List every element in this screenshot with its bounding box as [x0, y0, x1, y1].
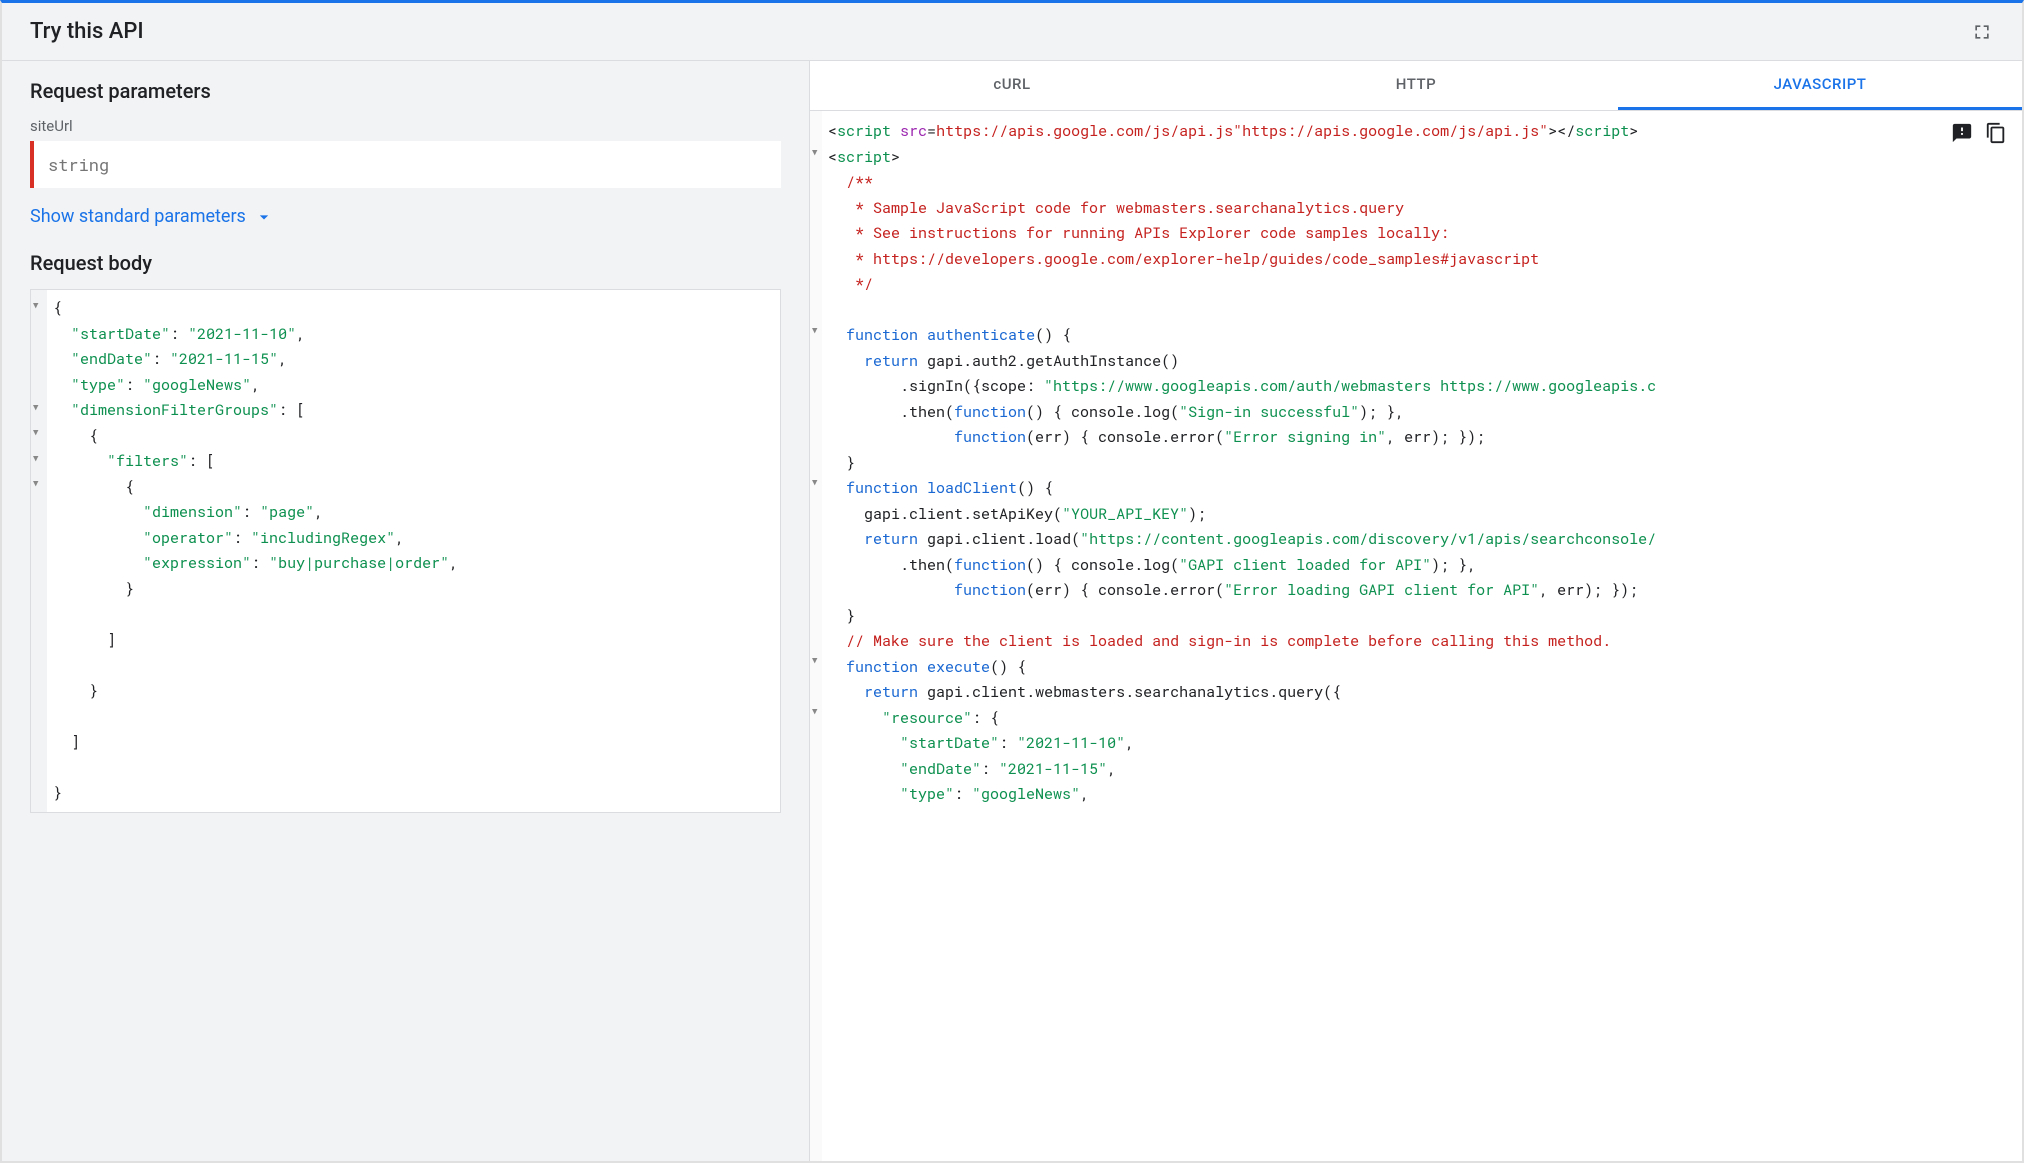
code-tabs: cURL HTTP JAVASCRIPT	[810, 61, 2022, 111]
code-actions	[1950, 121, 2008, 145]
tab-curl[interactable]: cURL	[810, 61, 1214, 110]
siteurl-input[interactable]	[34, 141, 781, 188]
report-issue-button[interactable]	[1950, 121, 1974, 145]
feedback-icon	[1951, 122, 1973, 144]
siteurl-input-wrapper	[30, 141, 781, 188]
collapse-button[interactable]	[1970, 20, 1994, 44]
main-content: Request parameters siteUrl Show standard…	[2, 61, 2022, 1161]
copy-button[interactable]	[1984, 121, 2008, 145]
request-panel: Request parameters siteUrl Show standard…	[2, 61, 810, 1161]
request-body-editor[interactable]: ▼ ▼ ▼ ▼ ▼ { "startDate": "2021-11-10", "…	[30, 289, 781, 813]
json-body-content[interactable]: { "startDate": "2021-11-10", "endDate": …	[31, 296, 780, 806]
json-gutter: ▼ ▼ ▼ ▼ ▼	[31, 290, 47, 812]
show-standard-parameters-link[interactable]: Show standard parameters	[30, 206, 781, 227]
request-body-title: Request body	[30, 251, 781, 275]
code-panel: cURL HTTP JAVASCRIPT	[810, 61, 2022, 1161]
request-parameters-title: Request parameters	[30, 79, 781, 103]
show-standard-parameters-label: Show standard parameters	[30, 206, 246, 227]
api-explorer-panel: Try this API Request parameters siteUrl …	[0, 0, 2024, 1163]
chevron-down-icon	[254, 207, 274, 227]
copy-icon	[1985, 122, 2007, 144]
tab-javascript[interactable]: JAVASCRIPT	[1618, 61, 2022, 110]
code-content: <script src=https://apis.google.com/js/a…	[810, 119, 2022, 808]
minimize-icon	[1972, 22, 1992, 42]
tab-http[interactable]: HTTP	[1214, 61, 1618, 110]
code-sample-area[interactable]: ▼ ▼ ▼ ▼ ▼ <script src=https://apis.googl…	[810, 111, 2022, 1161]
code-gutter: ▼ ▼ ▼ ▼ ▼	[810, 111, 822, 1161]
panel-header: Try this API	[2, 3, 2022, 61]
panel-title: Try this API	[30, 19, 144, 44]
siteurl-label: siteUrl	[30, 117, 781, 135]
